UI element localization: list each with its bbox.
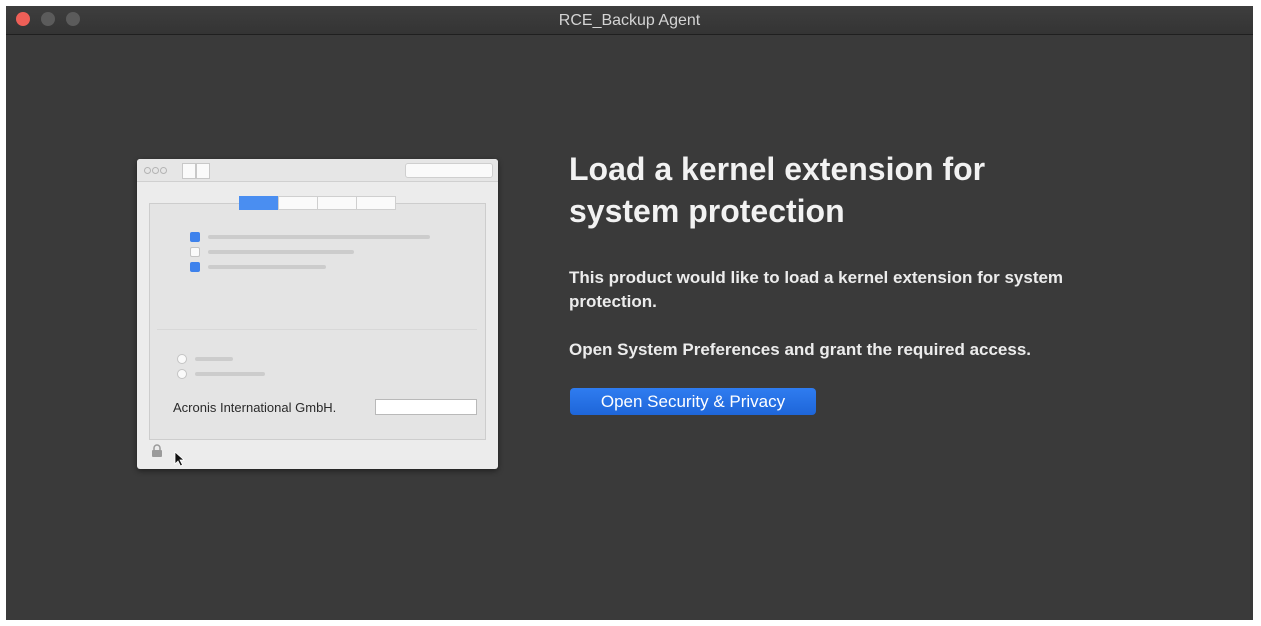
open-security-privacy-button[interactable]: Open Security & Privacy (570, 388, 816, 415)
illustration-checkbox (190, 247, 200, 257)
illustration-title-bar (137, 159, 498, 182)
system-preferences-illustration: Acronis International GmbH. (137, 159, 498, 469)
illustration-company-label: Acronis International GmbH. (173, 400, 337, 415)
cursor-icon (174, 451, 186, 467)
description-text: This product would like to load a kernel… (569, 268, 1064, 311)
lock-icon (152, 444, 162, 457)
app-window: RCE_Backup Agent Acronis International G… (6, 6, 1253, 620)
illustration-dot-icon (160, 167, 167, 174)
instruction-text: Open System Preferences and grant the re… (569, 340, 1032, 359)
illustration-nav-back-icon (182, 163, 196, 179)
illustration-tab (317, 196, 357, 210)
illustration-tab (356, 196, 396, 210)
illustration-nav-forward-icon (196, 163, 210, 179)
illustration-search-field (405, 163, 493, 178)
illustration-field (375, 399, 477, 415)
window-title: RCE_Backup Agent (558, 12, 701, 29)
illustration-divider (157, 329, 477, 330)
illustration-tab (278, 196, 318, 210)
illustration-line (208, 235, 430, 239)
illustration-checkbox (190, 232, 200, 242)
illustration-line (208, 250, 354, 254)
title-bar: RCE_Backup Agent (6, 6, 1253, 35)
illustration-dot-icon (144, 167, 151, 174)
page-title: Load a kernel extension for system prote… (569, 151, 986, 229)
illustration-radio (177, 354, 187, 364)
illustration-radio (177, 369, 187, 379)
illustration-tab (239, 196, 279, 210)
illustration-checkbox (190, 262, 200, 272)
illustration-tabs (239, 196, 396, 210)
illustration-dot-icon (152, 167, 159, 174)
illustration-line (195, 357, 233, 361)
illustration-line (208, 265, 326, 269)
illustration-line (195, 372, 265, 376)
